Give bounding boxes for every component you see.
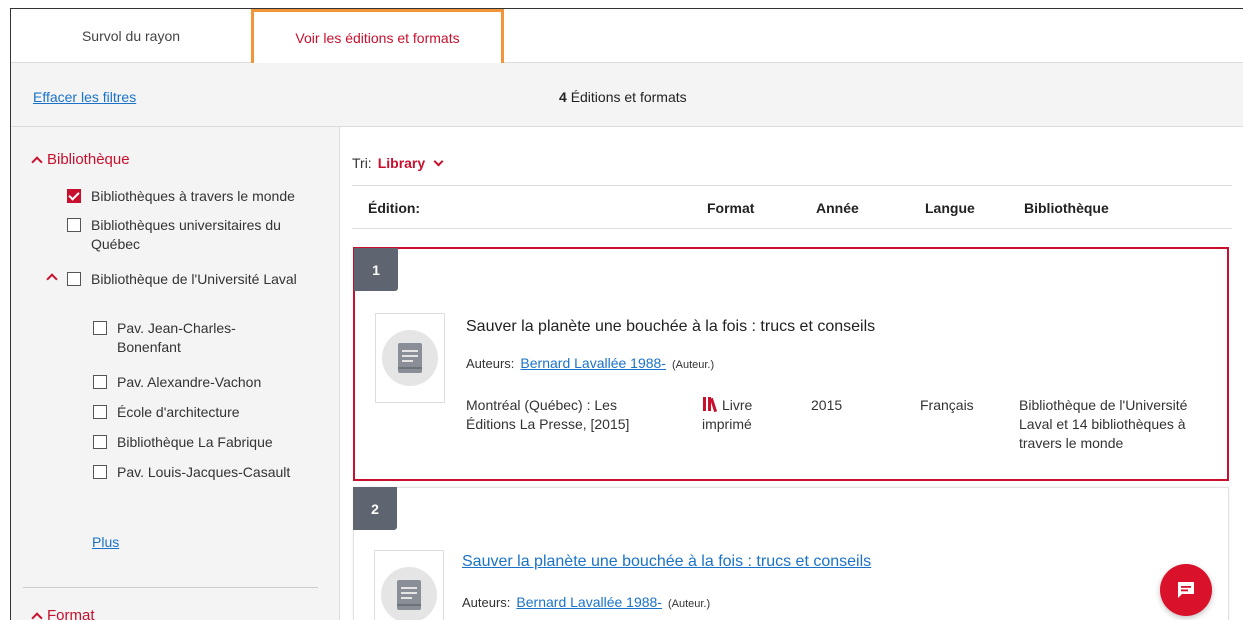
checkbox[interactable]	[67, 272, 81, 286]
filter-option-label: Pav. Alexandre-Vachon	[117, 374, 262, 390]
filter-option-fabrique[interactable]: Bibliothèque La Fabrique	[93, 433, 323, 452]
result-publisher: Montréal (Québec) : Les Éditions La Pres…	[466, 397, 630, 432]
results-count-number: 4	[559, 89, 567, 105]
filter-option-label: Bibliothèques à travers le monde	[91, 188, 295, 204]
chevron-down-icon[interactable]	[433, 156, 444, 167]
checkbox[interactable]	[67, 218, 81, 232]
facet-library-title: Bibliothèque	[47, 151, 130, 168]
filter-option-label: Bibliothèque de l'Université Laval	[91, 271, 297, 287]
checkbox[interactable]	[93, 435, 107, 449]
column-format: Format	[707, 200, 755, 216]
chevron-up-icon[interactable]	[46, 273, 58, 285]
checkbox[interactable]	[93, 405, 107, 419]
chat-icon	[1178, 582, 1194, 598]
tab-overview[interactable]: Survol du rayon	[11, 9, 251, 63]
result-number-badge: 1	[354, 248, 398, 291]
facet-divider	[23, 587, 318, 588]
facet-format-header[interactable]: Format	[31, 607, 95, 620]
author-link[interactable]: Bernard Lavallée 1988-	[516, 594, 662, 610]
tab-editions[interactable]: Voir les éditions et formats	[251, 9, 504, 64]
result-authors: Auteurs: Bernard Lavallée 1988- (Auteur.…	[466, 355, 714, 371]
sort-control[interactable]: Tri: Library	[352, 155, 444, 171]
result-title-link[interactable]: Sauver la planète une bouchée à la fois …	[462, 553, 871, 571]
result-library: Bibliothèque de l'Université Laval et 14…	[1019, 397, 1188, 451]
result-authors: Auteurs: Bernard Lavallée 1988- (Auteur.…	[462, 594, 710, 610]
filter-option-quebec-universities[interactable]: Bibliothèques universitaires du Québec	[67, 216, 327, 254]
filter-option-world[interactable]: Bibliothèques à travers le monde	[67, 187, 327, 206]
filter-bar: Effacer les filtres 4 Éditions et format…	[11, 63, 1243, 127]
facet-library-header[interactable]: Bibliothèque	[31, 151, 130, 168]
result-card[interactable]: 2 Sauver la planète une bouchée à la foi…	[353, 487, 1229, 620]
filter-option-label: Pav. Jean-Charles-Bonenfant	[117, 320, 236, 355]
author-role: (Auteur.)	[671, 359, 715, 371]
clear-filters-link[interactable]: Effacer les filtres	[33, 89, 136, 105]
sort-label: Tri:	[352, 155, 372, 171]
results-count: 4 Éditions et formats	[559, 89, 687, 105]
result-number-badge: 2	[353, 487, 397, 530]
filter-option-architecture[interactable]: École d'architecture	[93, 403, 313, 422]
more-filters-link[interactable]: Plus	[92, 534, 119, 550]
book-cover[interactable]	[375, 313, 445, 403]
filter-sidebar: Bibliothèque Bibliothèques à travers le …	[11, 127, 340, 620]
results-count-label: Éditions et formats	[570, 89, 687, 105]
filter-option-bonenfant[interactable]: Pav. Jean-Charles-Bonenfant	[93, 319, 293, 357]
author-role: (Auteur.)	[667, 598, 711, 610]
app-frame: Survol du rayon Voir les éditions et for…	[10, 8, 1243, 620]
results-table-header: Édition: Format Année Langue Bibliothèqu…	[352, 185, 1232, 229]
column-library: Bibliothèque	[1024, 200, 1109, 216]
filter-option-casault[interactable]: Pav. Louis-Jacques-Casault	[93, 463, 293, 482]
filter-option-label: Bibliothèque La Fabrique	[117, 434, 273, 450]
result-year: 2015	[811, 397, 843, 413]
checkbox-checked[interactable]	[67, 189, 81, 203]
book-icon	[397, 580, 421, 610]
results-panel: Tri: Library Édition: Format Année Langu…	[340, 127, 1243, 620]
tab-bar: Survol du rayon Voir les éditions et for…	[11, 9, 1243, 64]
book-cover-circle	[382, 330, 438, 386]
author-link[interactable]: Bernard Lavallée 1988-	[520, 355, 666, 371]
authors-label: Auteurs:	[462, 595, 511, 610]
checkbox[interactable]	[93, 465, 107, 479]
facet-format-title: Format	[47, 607, 95, 620]
result-title[interactable]: Sauver la planète une bouchée à la fois …	[466, 318, 875, 336]
chevron-up-icon	[31, 155, 43, 168]
book-cover[interactable]	[374, 550, 444, 620]
checkbox[interactable]	[93, 375, 107, 389]
column-edition: Édition:	[368, 200, 421, 216]
filter-option-label: École d'architecture	[117, 404, 240, 420]
result-language: Français	[920, 397, 974, 413]
sort-value[interactable]: Library	[378, 155, 425, 171]
checkbox[interactable]	[93, 321, 107, 335]
filter-option-label: Bibliothèques universitaires du Québec	[91, 217, 281, 252]
book-cover-circle	[381, 567, 437, 620]
column-year: Année	[816, 200, 859, 216]
filter-option-laval[interactable]: Bibliothèque de l'Université Laval	[67, 270, 317, 289]
filter-option-vachon[interactable]: Pav. Alexandre-Vachon	[93, 373, 313, 392]
authors-label: Auteurs:	[466, 356, 515, 371]
library-books-icon	[703, 397, 718, 412]
column-language: Langue	[925, 200, 975, 216]
filter-option-label: Pav. Louis-Jacques-Casault	[117, 464, 291, 480]
chat-button[interactable]	[1160, 564, 1212, 616]
result-card[interactable]: 1 Sauver la planète une bouchée à la foi…	[353, 247, 1229, 481]
book-icon	[398, 343, 422, 373]
chevron-up-icon	[31, 611, 43, 620]
result-format: Livre imprimé	[702, 396, 782, 434]
